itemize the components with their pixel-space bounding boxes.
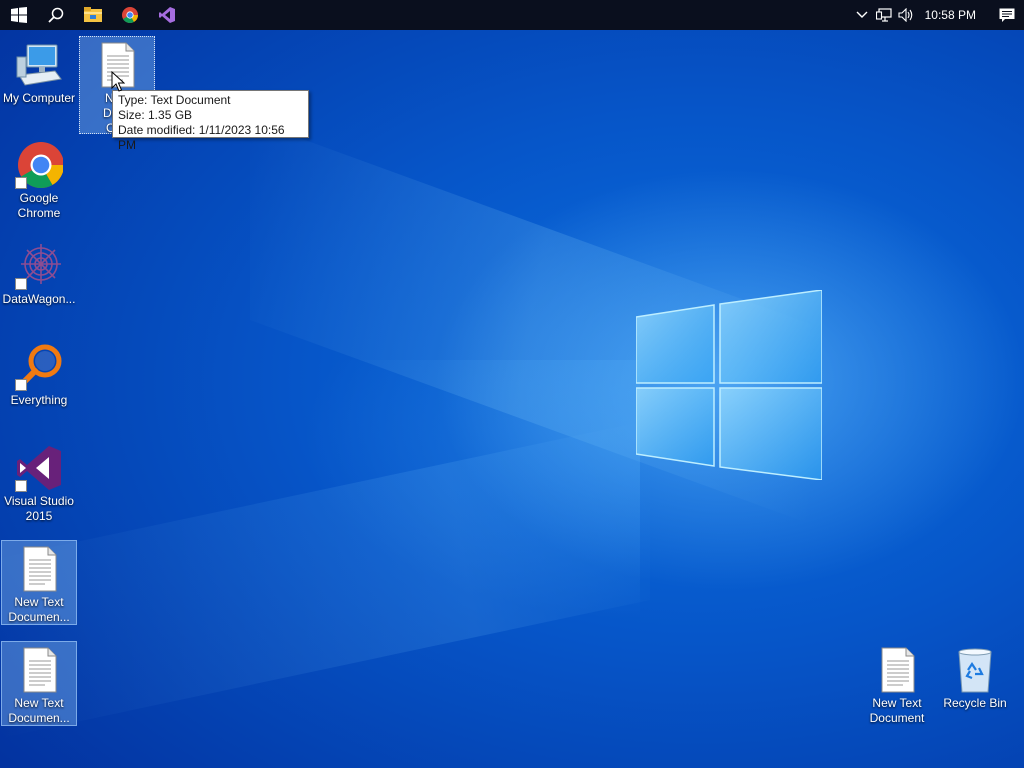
taskbar-visual-studio[interactable] bbox=[148, 0, 185, 30]
file-info-tooltip: Type: Text Document Size: 1.35 GB Date m… bbox=[112, 90, 309, 152]
desktop-icon-new-text-document[interactable]: New Text Documen... bbox=[1, 540, 77, 625]
desktop-icon-google-chrome[interactable]: Google Chrome bbox=[1, 136, 77, 222]
desktop-icon-label: My Computer bbox=[2, 91, 76, 105]
desktop-icon-new-text-document[interactable]: New Text Documen... bbox=[1, 641, 77, 726]
desktop-icon-new-text-document[interactable]: New Text Document bbox=[859, 641, 935, 727]
text-document-icon bbox=[23, 546, 57, 592]
taskbar-chrome[interactable] bbox=[111, 0, 148, 30]
desktop-icon-label: Everything bbox=[10, 393, 68, 407]
wallpaper-glow bbox=[300, 360, 640, 620]
taskbar: 10:58 PM bbox=[0, 0, 1024, 30]
network-icon bbox=[875, 8, 892, 22]
system-tray: 10:58 PM bbox=[851, 0, 1024, 30]
desktop-icon-everything[interactable]: Everything bbox=[1, 338, 77, 409]
chevron-down-icon bbox=[856, 11, 868, 18]
network-button[interactable] bbox=[873, 0, 895, 30]
recycle-bin-icon bbox=[958, 648, 992, 693]
tooltip-size: Size: 1.35 GB bbox=[118, 108, 193, 122]
search-icon bbox=[47, 7, 63, 23]
text-document-icon bbox=[23, 647, 57, 693]
windows-logo-wallpaper bbox=[636, 290, 822, 480]
desktop-icon-label: New Text Documen... bbox=[8, 595, 70, 624]
shortcut-arrow-icon bbox=[15, 278, 27, 290]
start-button[interactable] bbox=[0, 0, 37, 30]
desktop-icon-my-computer[interactable]: My Computer bbox=[1, 36, 77, 107]
desktop-icon-label: New Text Document bbox=[869, 696, 925, 725]
tooltip-date-modified: Date modified: 1/11/2023 10:56 PM bbox=[118, 123, 285, 152]
desktop-icon-datawagon[interactable]: DataWagon... bbox=[1, 237, 77, 308]
desktop-icon-label: Google Chrome bbox=[17, 191, 61, 220]
mouse-cursor-icon bbox=[111, 71, 125, 92]
desktop-icon-visual-studio-2015[interactable]: Visual Studio 2015 bbox=[1, 439, 77, 525]
desktop-icon-label: New Text Documen... bbox=[8, 696, 70, 725]
tooltip-type: Type: Text Document bbox=[118, 93, 231, 107]
desktop-icon-label: Visual Studio 2015 bbox=[4, 494, 74, 523]
computer-icon bbox=[16, 44, 62, 86]
chrome-icon bbox=[121, 7, 138, 23]
desktop-icon-label: Recycle Bin bbox=[943, 696, 1007, 710]
wallpaper-light-beam bbox=[0, 420, 650, 739]
volume-icon bbox=[898, 8, 912, 22]
file-explorer-icon bbox=[83, 7, 102, 22]
search-button[interactable] bbox=[37, 0, 74, 30]
desktop-icon-recycle-bin[interactable]: Recycle Bin bbox=[937, 641, 1013, 712]
start-icon bbox=[10, 7, 27, 23]
action-center-icon bbox=[999, 8, 1015, 22]
visual-studio-icon bbox=[158, 7, 175, 23]
text-document-icon bbox=[881, 647, 915, 693]
taskbar-clock[interactable]: 10:58 PM bbox=[917, 8, 990, 22]
shortcut-arrow-icon bbox=[15, 480, 27, 492]
taskbar-file-explorer[interactable] bbox=[74, 0, 111, 30]
shortcut-arrow-icon bbox=[15, 177, 27, 189]
show-hidden-icons-button[interactable] bbox=[851, 0, 873, 30]
action-center-button[interactable] bbox=[990, 0, 1024, 30]
desktop-icon-label: DataWagon... bbox=[2, 292, 76, 306]
volume-button[interactable] bbox=[895, 0, 917, 30]
shortcut-arrow-icon bbox=[15, 379, 27, 391]
